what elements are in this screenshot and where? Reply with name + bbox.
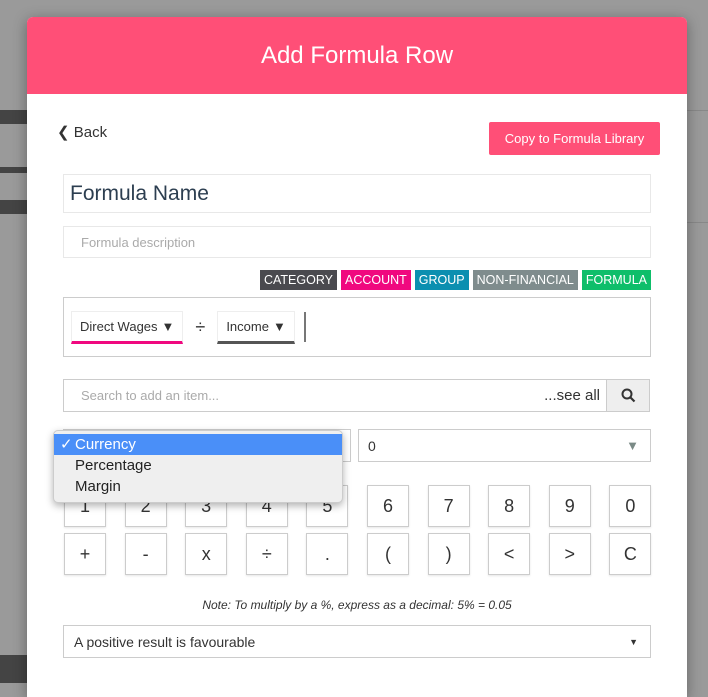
formula-item-direct-wages[interactable]: Direct Wages ▼ [71,310,184,344]
key-button[interactable]: ÷ [245,533,288,575]
checkmark-icon: ✓ [60,436,73,453]
key-button[interactable]: < [488,533,531,575]
formula-name-input[interactable]: Formula Name [63,174,651,213]
formula-description-input[interactable]: Formula description [63,226,651,258]
favourable-select[interactable]: A positive result is favourable ▼ [63,625,651,658]
background-bar [0,167,27,173]
option-percentage[interactable]: Percentage [54,455,342,476]
triangle-down-icon: ▼ [272,318,286,334]
decimals-value: 0 [368,437,376,454]
item-label: Direct Wages [80,318,158,334]
search-input[interactable]: Search to add an item... [64,388,544,403]
key-button[interactable]: ) [427,533,470,575]
formula-editor[interactable]: Direct Wages ▼ ÷ Income ▼ [63,297,651,357]
background-bar [0,655,27,683]
key-button[interactable]: 8 [488,485,531,527]
formula-item-income[interactable]: Income ▼ [217,310,295,344]
triangle-down-icon: ▼ [626,438,639,453]
background-line [687,222,708,223]
background-line [687,110,708,111]
key-button[interactable]: + [64,533,106,575]
key-button[interactable]: 7 [427,485,470,527]
key-button[interactable]: 9 [548,485,591,527]
option-margin[interactable]: Margin [54,476,342,497]
divide-operator: ÷ [195,316,206,337]
modal-title: Add Formula Row [260,41,454,69]
text-cursor [303,312,306,342]
decimals-select[interactable]: 0 ▼ [358,429,651,462]
item-label: Income [226,318,269,334]
favourable-value: A positive result is favourable [74,633,256,650]
back-link[interactable]: ❮ Back [57,123,107,141]
key-button[interactable]: ( [367,533,409,575]
chevron-left-icon: ❮ [57,124,70,141]
option-label: Margin [75,478,121,495]
option-label: Currency [75,436,136,453]
search-button[interactable] [606,380,649,411]
caret-down-icon: ▼ [629,636,638,647]
format-dropdown-menu: ✓ Currency Percentage Margin [53,430,343,503]
key-button[interactable]: 6 [367,485,409,527]
tag-category: CATEGORY [259,270,337,290]
add-formula-modal: Add Formula Row ❮ Back Copy to Formula L… [27,17,687,697]
key-button[interactable]: C [609,533,652,575]
key-button[interactable]: . [306,533,349,575]
triangle-down-icon: ▼ [161,318,175,334]
back-label: Back [73,124,108,141]
option-label: Percentage [75,457,152,474]
tag-non-financial: NON-FINANCIAL [472,270,578,290]
search-bar: Search to add an item... ...see all [63,379,650,412]
modal-header: Add Formula Row [27,17,687,94]
background-bar [0,110,27,124]
copy-to-library-button[interactable]: Copy to Formula Library [489,122,660,155]
background-bar [0,200,27,214]
key-button[interactable]: x [185,533,228,575]
tag-group: GROUP [414,270,469,290]
tag-legend: CATEGORY ACCOUNT GROUP NON-FINANCIAL FORMULA [259,270,651,290]
option-currency[interactable]: ✓ Currency [54,434,342,455]
see-all-link[interactable]: ...see all [544,387,606,404]
tag-formula: FORMULA [581,270,651,290]
key-button[interactable]: - [124,533,167,575]
search-icon [621,388,635,403]
tag-account: ACCOUNT [340,270,411,290]
key-button[interactable]: > [548,533,591,575]
multiply-note: Note: To multiply by a %, express as a d… [202,598,512,612]
key-button[interactable]: 0 [609,485,652,527]
